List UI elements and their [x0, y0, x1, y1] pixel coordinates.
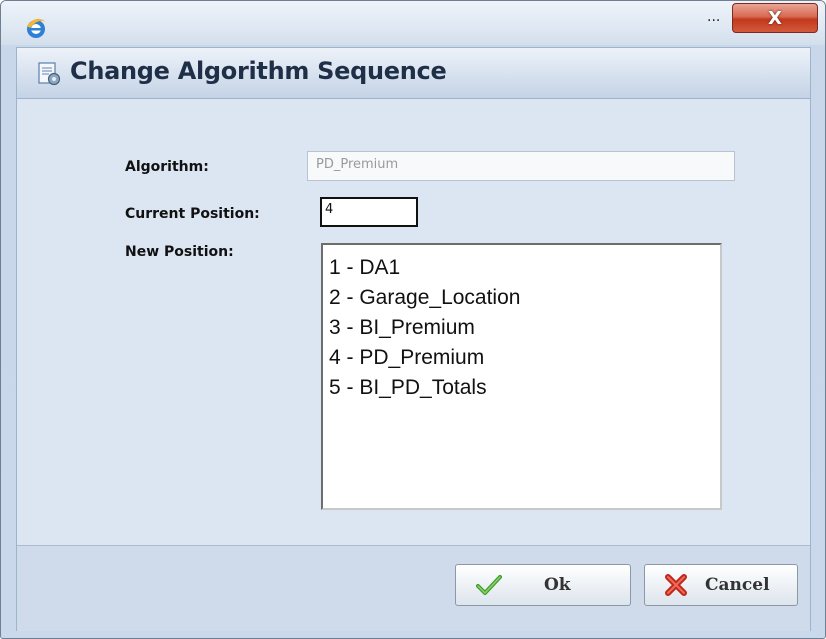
- dialog-header: Change Algorithm Sequence: [17, 48, 810, 99]
- ok-button-label: Ok: [544, 575, 571, 595]
- list-item[interactable]: 2 - Garage_Location: [329, 283, 714, 313]
- list-item[interactable]: 4 - PD_Premium: [329, 343, 714, 373]
- dialog-window: ... X Change Algorithm Sequence Algorith…: [0, 0, 826, 639]
- cancel-button[interactable]: Cancel: [644, 564, 798, 606]
- form-area: Algorithm: PD_Premium Current Position: …: [17, 99, 810, 545]
- new-position-label: New Position:: [125, 244, 234, 260]
- dialog-footer: Ok Cancel: [17, 545, 810, 631]
- list-item[interactable]: 3 - BI_Premium: [329, 313, 714, 343]
- dialog-content: Change Algorithm Sequence Algorithm: PD_…: [16, 47, 811, 631]
- internet-explorer-icon: [27, 18, 46, 38]
- new-position-list[interactable]: 1 - DA1 2 - Garage_Location 3 - BI_Premi…: [321, 243, 722, 510]
- list-item[interactable]: 1 - DA1: [329, 253, 714, 283]
- close-icon: X: [768, 7, 782, 29]
- document-gear-icon: [38, 62, 61, 86]
- title-bar[interactable]: ... X: [1, 1, 825, 45]
- algorithm-field[interactable]: PD_Premium: [307, 151, 735, 181]
- close-button[interactable]: X: [732, 3, 818, 33]
- list-item[interactable]: 5 - BI_PD_Totals: [329, 373, 714, 403]
- title-text: ...: [707, 9, 721, 25]
- algorithm-label: Algorithm:: [125, 159, 209, 175]
- red-x-icon: [665, 574, 687, 596]
- green-checkmark-icon: [476, 575, 502, 595]
- cancel-button-label: Cancel: [705, 575, 770, 595]
- dialog-title: Change Algorithm Sequence: [70, 57, 447, 85]
- ok-button[interactable]: Ok: [455, 564, 631, 606]
- current-position-label: Current Position:: [125, 206, 260, 222]
- current-position-field[interactable]: 4: [320, 197, 418, 227]
